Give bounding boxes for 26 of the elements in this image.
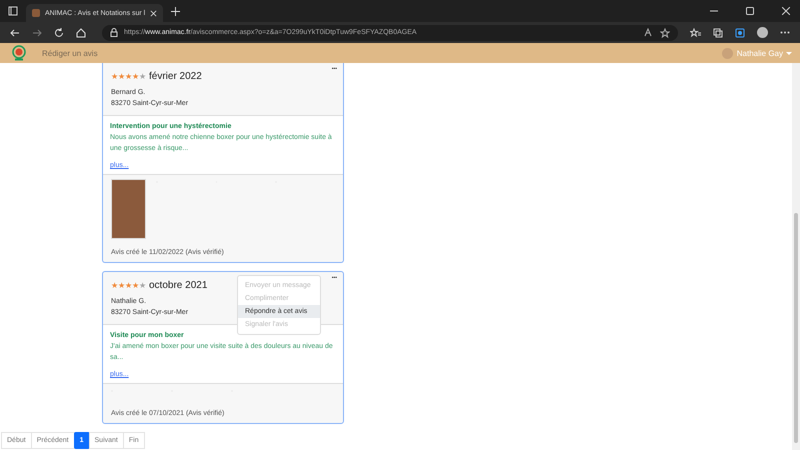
lock-icon	[110, 28, 118, 37]
site-favicon-icon	[32, 9, 40, 17]
review-date: février 2022	[149, 71, 202, 82]
favorites-icon[interactable]	[690, 28, 701, 38]
scrollbar-thumb[interactable]	[794, 213, 798, 443]
more-icon[interactable]	[780, 31, 790, 34]
write-review-link[interactable]: Rédiger un avis	[42, 48, 98, 58]
close-icon[interactable]	[150, 10, 158, 16]
refresh-icon[interactable]	[54, 28, 64, 38]
close-icon[interactable]	[782, 7, 790, 15]
maximize-icon[interactable]	[746, 7, 754, 15]
profile-avatar-icon[interactable]	[757, 27, 768, 38]
extension-icon[interactable]	[735, 28, 745, 38]
caret-icon	[786, 52, 792, 54]
star-rating: ★★★★★	[111, 282, 146, 290]
review-date: octobre 2021	[149, 280, 208, 291]
photo-placeholder[interactable]	[111, 179, 146, 239]
collections-icon[interactable]	[713, 28, 723, 38]
forward-icon[interactable]	[32, 28, 42, 38]
home-icon[interactable]	[76, 28, 86, 38]
star-plus-icon[interactable]	[660, 28, 670, 38]
tab-actions-icon[interactable]	[8, 6, 18, 16]
read-aloud-icon[interactable]	[644, 28, 654, 37]
new-tab-icon[interactable]	[171, 6, 180, 16]
star-rating: ★★★★★	[111, 72, 146, 80]
back-icon[interactable]	[10, 28, 20, 38]
